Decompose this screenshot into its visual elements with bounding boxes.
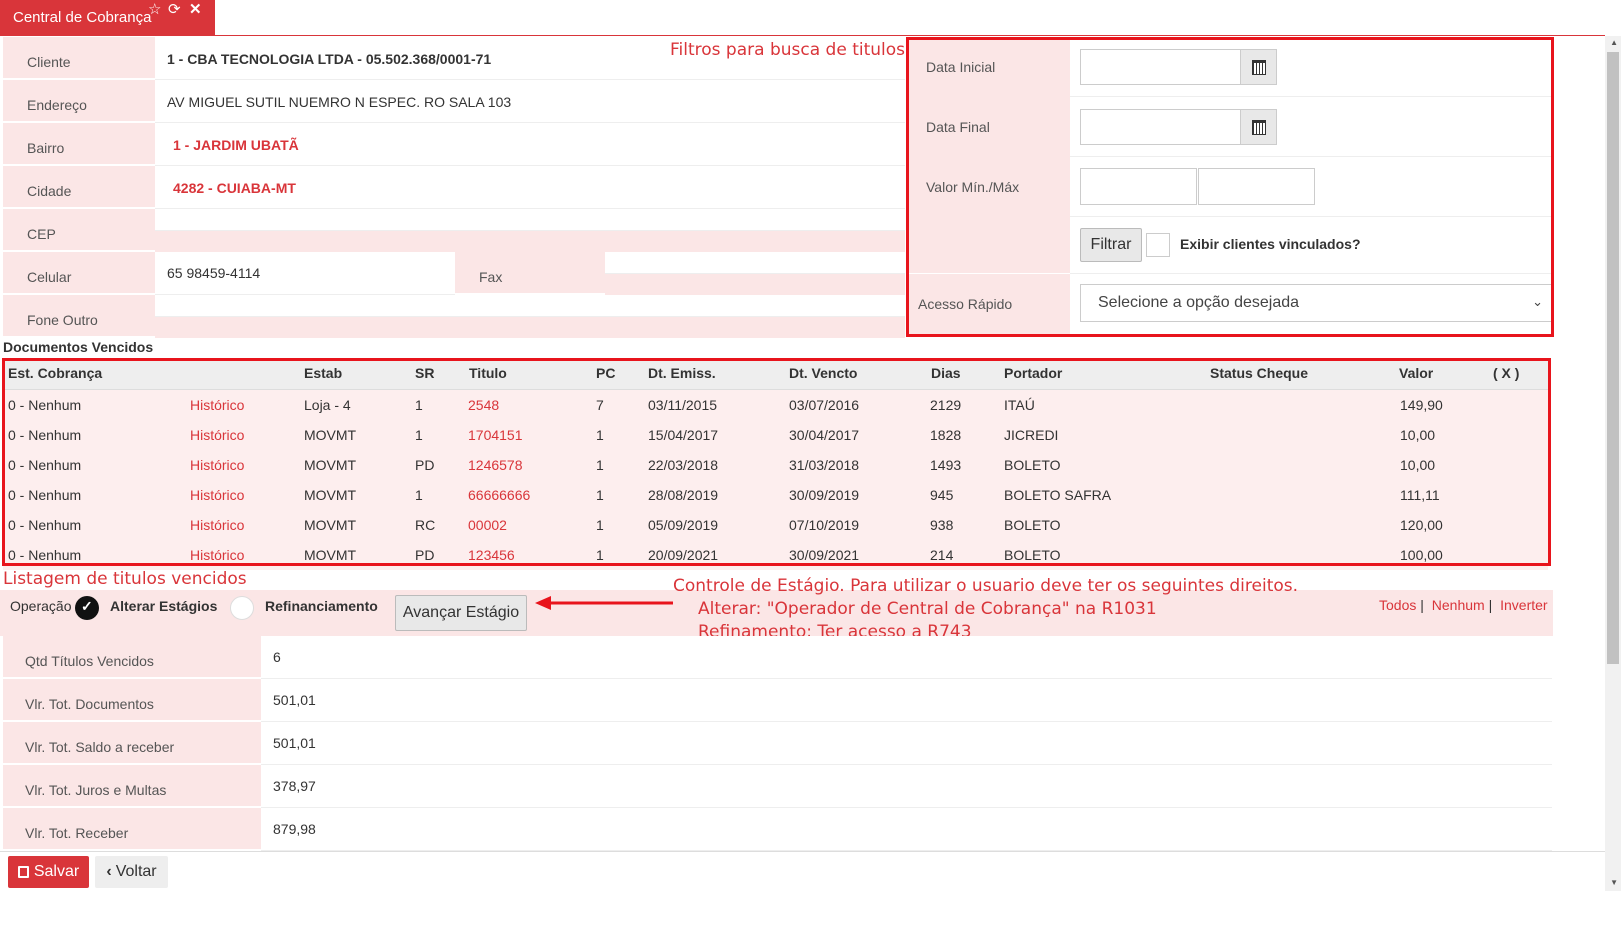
bairro-label: Bairro — [3, 123, 155, 166]
scroll-up-icon[interactable]: ▲ — [1610, 38, 1618, 47]
fone-outro-value — [155, 295, 905, 317]
celular-value: 65 98459-4114 — [155, 252, 455, 295]
stage-annotation-line1: Controle de Estágio. Para utilizar o usu… — [673, 576, 1299, 596]
select-todos-link[interactable]: Todos — [1379, 597, 1416, 613]
cep-row-fill — [155, 231, 905, 252]
voltar-button[interactable]: ‹ Voltar — [95, 856, 168, 888]
summary-value: 6 — [261, 636, 1552, 679]
close-icon[interactable]: ✕ — [189, 2, 202, 17]
filter-highlight-box — [906, 37, 1554, 337]
fone-row-fill — [155, 317, 905, 338]
floppy-disk-icon — [17, 866, 29, 878]
fax-label: Fax — [455, 252, 605, 295]
summary-value: 501,01 — [261, 679, 1552, 722]
cidade-value[interactable]: 4282 - CUIABA-MT — [155, 166, 905, 209]
alterar-estagios-radio[interactable]: ✓ — [75, 596, 99, 620]
stage-annotation-line2: Alterar: "Operador de Central de Cobranç… — [698, 599, 1157, 619]
tab-central-cobranca[interactable]: Central de Cobrança ☆ ⟳ ✕ — [0, 0, 215, 35]
operacao-label: Operação — [10, 598, 72, 614]
refinanciamento-radio[interactable] — [230, 596, 254, 620]
documents-section-title: Documentos Vencidos — [3, 339, 154, 355]
alterar-estagios-label: Alterar Estágios — [110, 598, 218, 614]
check-icon: ✓ — [81, 598, 93, 614]
summary-value: 879,98 — [261, 808, 1552, 851]
avancar-estagio-button[interactable]: Avançar Estágio — [395, 595, 527, 631]
arrow-left-icon — [535, 596, 673, 610]
summary-label: Vlr. Tot. Saldo a receber — [3, 722, 261, 765]
scroll-down-icon[interactable]: ▼ — [1610, 878, 1618, 887]
celular-label: Celular — [3, 252, 155, 295]
cep-label: CEP — [3, 209, 155, 252]
filter-annotation: Filtros para busca de titulos — [670, 40, 906, 60]
scrollbar-thumb[interactable] — [1607, 52, 1619, 664]
tab-title: Central de Cobrança — [13, 9, 152, 26]
cliente-label: Cliente — [3, 37, 155, 80]
summary-label: Vlr. Tot. Documentos — [3, 679, 261, 722]
star-icon[interactable]: ☆ — [148, 2, 161, 17]
summary-value: 378,97 — [261, 765, 1552, 808]
summary-value: 501,01 — [261, 722, 1552, 765]
summary-label: Qtd Títulos Vencidos — [3, 636, 261, 679]
voltar-label: Voltar — [115, 863, 157, 880]
summary-label: Vlr. Tot. Receber — [3, 808, 261, 851]
fone-outro-label: Fone Outro — [3, 295, 155, 338]
fax-value — [605, 252, 905, 274]
separator: | — [1420, 597, 1424, 613]
select-nenhum-link[interactable]: Nenhum — [1432, 597, 1485, 613]
select-inverter-link[interactable]: Inverter — [1500, 597, 1547, 613]
cep-value — [155, 209, 905, 231]
cidade-label: Cidade — [3, 166, 155, 209]
salvar-label: Salvar — [33, 863, 80, 880]
table-annotation: Listagem de titulos vencidos — [3, 569, 247, 589]
summary-label: Vlr. Tot. Juros e Multas — [3, 765, 261, 808]
salvar-button[interactable]: Salvar — [8, 856, 89, 888]
separator: | — [1488, 597, 1493, 613]
refresh-icon[interactable]: ⟳ — [168, 2, 181, 17]
endereco-label: Endereço — [3, 80, 155, 123]
tab-underline — [0, 35, 1605, 36]
selection-links: Todos | Nenhum | Inverter — [1379, 597, 1548, 613]
refinanciamento-label: Refinanciamento — [265, 598, 378, 614]
table-highlight-box — [2, 358, 1551, 566]
bairro-value[interactable]: 1 - JARDIM UBATÃ — [155, 123, 905, 166]
footer-divider — [0, 851, 1605, 852]
chevron-left-icon: ‹ — [106, 863, 112, 880]
fax-row-fill — [605, 274, 905, 295]
endereco-value: AV MIGUEL SUTIL NUEMRO N ESPEC. RO SALA … — [155, 80, 905, 123]
